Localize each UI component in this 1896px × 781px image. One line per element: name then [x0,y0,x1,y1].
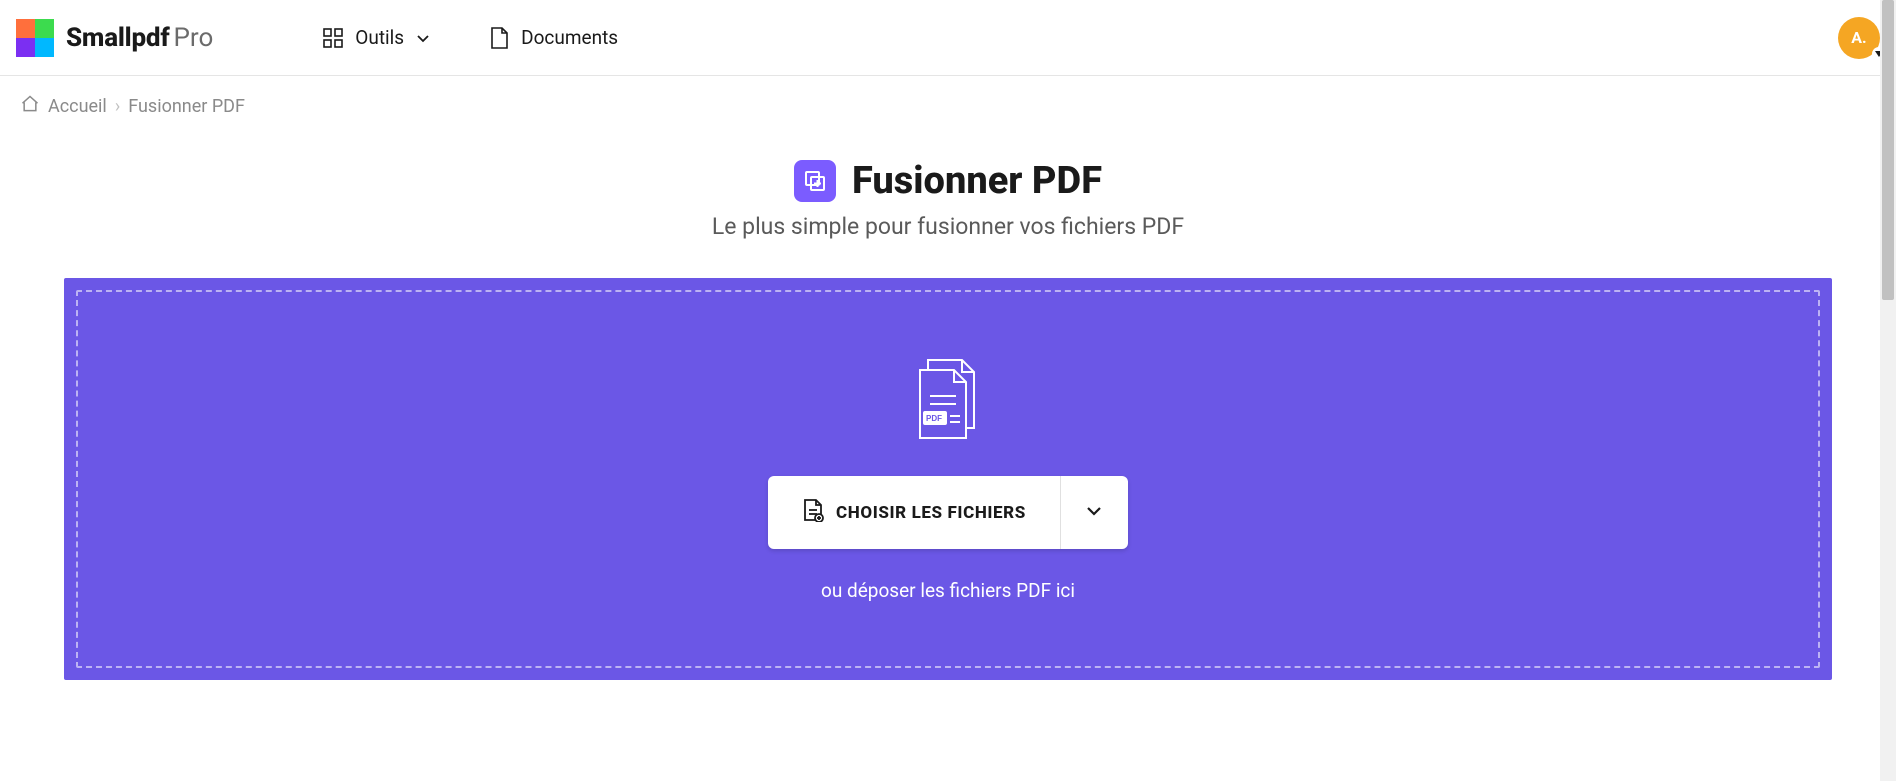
svg-text:PDF: PDF [926,414,942,423]
chevron-down-icon [416,26,430,49]
file-add-icon [802,498,824,527]
page-header: Fusionner PDF Le plus simple pour fusion… [0,159,1896,240]
breadcrumb-current: Fusionner PDF [128,96,245,117]
chevron-down-icon [1085,505,1103,520]
brand-name: Smallpdf [66,23,170,53]
brand-tier: Pro [174,23,214,53]
page-title: Fusionner PDF [852,159,1102,203]
user-menu[interactable]: A. [1838,17,1880,59]
nav-documents[interactable]: Documents [490,26,618,49]
main-nav: Outils Documents [323,26,618,49]
pdf-stack-icon: PDF [908,356,988,448]
choose-files-button-group: CHOISIR LES FICHIERS [768,476,1128,549]
scrollbar-thumb[interactable] [1882,0,1894,300]
scrollbar[interactable] [1880,0,1896,781]
choose-files-dropdown-button[interactable] [1060,476,1128,549]
dropzone[interactable]: PDF CHOISIR LES FI [64,278,1832,680]
dropzone-inner: PDF CHOISIR LES FI [76,290,1820,668]
grid-icon [323,28,343,48]
logo[interactable]: Smallpdf Pro [16,19,213,57]
home-icon [20,94,40,119]
logo-mark-icon [16,19,54,57]
merge-tool-icon [794,160,836,202]
avatar-initials: A. [1851,28,1866,47]
breadcrumb-home[interactable]: Accueil [48,96,107,117]
nav-documents-label: Documents [521,26,618,49]
nav-tools-label: Outils [355,26,404,49]
choose-files-label: CHOISIR LES FICHIERS [836,503,1026,523]
dropzone-hint: ou déposer les fichiers PDF ici [821,579,1075,602]
nav-tools[interactable]: Outils [323,26,430,49]
breadcrumb: Accueil › Fusionner PDF [0,76,1896,137]
breadcrumb-separator: › [115,96,120,117]
document-icon [490,27,509,49]
brand-text: Smallpdf Pro [66,23,213,53]
header: Smallpdf Pro Outils [0,0,1896,76]
page-subtitle: Le plus simple pour fusionner vos fichie… [0,213,1896,240]
choose-files-button[interactable]: CHOISIR LES FICHIERS [768,476,1060,549]
